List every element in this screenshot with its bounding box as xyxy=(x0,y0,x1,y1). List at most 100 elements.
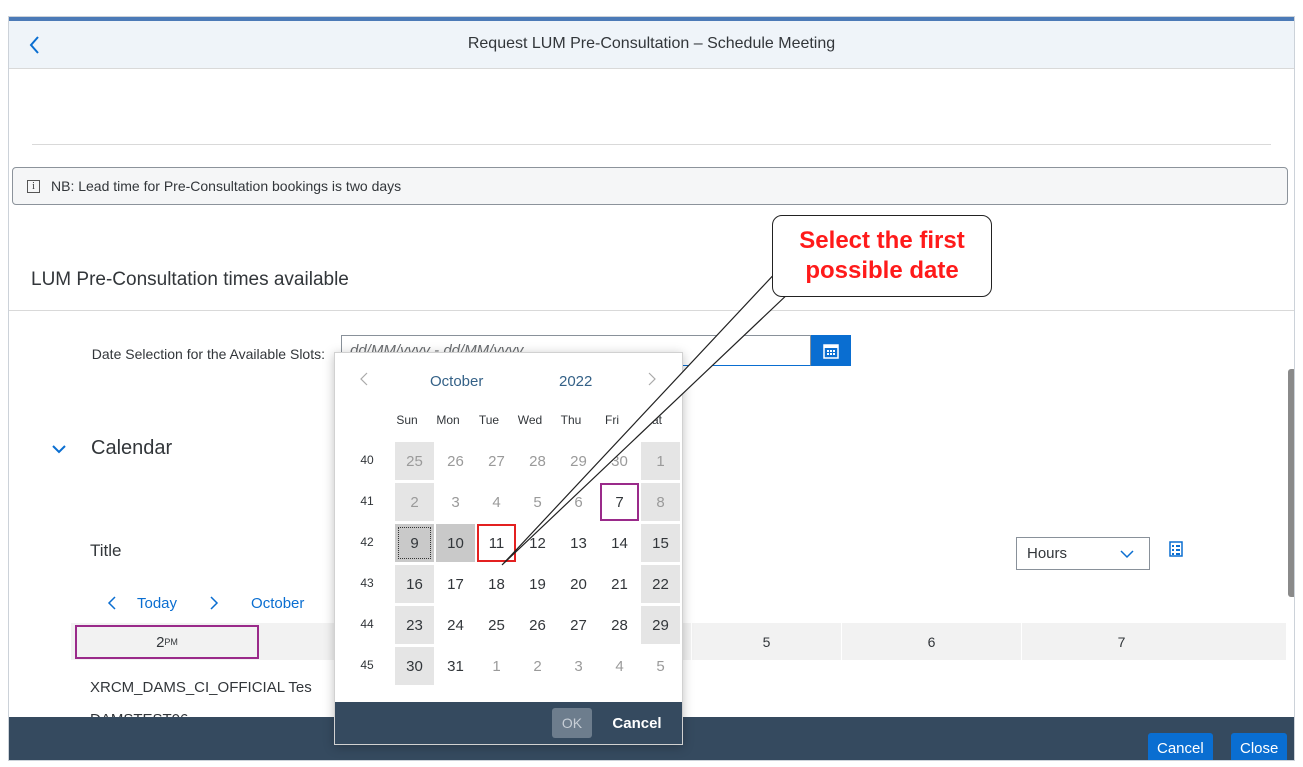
chevron-down-icon xyxy=(52,444,66,453)
calendar-day[interactable]: 11 xyxy=(477,524,516,562)
time-slot-header[interactable]: 7 xyxy=(1021,623,1221,660)
chevron-right-icon[interactable] xyxy=(209,595,219,611)
calendar-day[interactable]: 16 xyxy=(395,565,434,603)
date-selection-label: Date Selection for the Available Slots: xyxy=(91,346,325,362)
info-message-strip: i NB: Lead time for Pre-Consultation boo… xyxy=(12,167,1288,205)
weekday-label: Thu xyxy=(560,413,582,427)
calendar-day[interactable]: 23 xyxy=(395,606,434,644)
period-picker-button[interactable]: October xyxy=(251,595,304,612)
calendar-day[interactable]: 12 xyxy=(518,524,557,562)
calendar-day[interactable]: 24 xyxy=(436,606,475,644)
calendar-day[interactable]: 25 xyxy=(395,442,434,480)
section-divider xyxy=(9,310,1294,311)
weekday-label: Sat xyxy=(643,413,662,427)
calendar-day[interactable]: 2 xyxy=(395,483,434,521)
chevron-left-icon xyxy=(360,372,368,386)
calendar-day[interactable]: 30 xyxy=(600,442,639,480)
calendar-day[interactable]: 26 xyxy=(518,606,557,644)
calendar-day[interactable]: 9 xyxy=(395,524,434,562)
appointment-row-title[interactable]: XRCM_DAMS_CI_OFFICIAL Tes xyxy=(90,679,312,696)
divider xyxy=(32,144,1271,145)
calendar-day[interactable]: 17 xyxy=(436,565,475,603)
picker-header: October 2022 xyxy=(335,371,682,395)
calendar-day[interactable]: 4 xyxy=(600,647,639,685)
calendar-day[interactable]: 18 xyxy=(477,565,516,603)
calendar-day[interactable]: 27 xyxy=(559,606,598,644)
calendar-day[interactable]: 2 xyxy=(518,647,557,685)
month-button[interactable]: October xyxy=(430,373,483,390)
picker-cancel-button[interactable]: Cancel xyxy=(601,708,673,738)
view-select-value: Hours xyxy=(1027,545,1068,562)
calendar-day[interactable]: 30 xyxy=(395,647,434,685)
calendar-day[interactable]: 21 xyxy=(600,565,639,603)
previous-month-button[interactable] xyxy=(359,371,369,391)
calendar-day[interactable]: 15 xyxy=(641,524,680,562)
calendar-day[interactable]: 10 xyxy=(436,524,475,562)
calendar-day[interactable]: 28 xyxy=(600,606,639,644)
calendar-icon xyxy=(823,343,839,359)
chevron-right-icon xyxy=(648,372,656,386)
calendar-day[interactable]: 22 xyxy=(641,565,680,603)
chevron-left-icon[interactable] xyxy=(107,595,117,611)
calendar-day[interactable]: 8 xyxy=(641,483,680,521)
calendar-day[interactable]: 20 xyxy=(559,565,598,603)
weekday-header: Sun Mon Tue Wed Thu Fri Sat xyxy=(387,413,684,431)
calendar-day[interactable]: 5 xyxy=(518,483,557,521)
week-number: 45 xyxy=(360,658,374,672)
legend-icon[interactable] xyxy=(1169,541,1183,557)
time-slot-header[interactable]: 6 xyxy=(841,623,1021,660)
page-title: Request LUM Pre-Consultation – Schedule … xyxy=(467,35,836,52)
year-button[interactable]: 2022 xyxy=(559,373,592,390)
week-number: 42 xyxy=(360,535,374,549)
scrollbar[interactable] xyxy=(1288,369,1294,597)
calendar-day[interactable]: 1 xyxy=(477,647,516,685)
calendar-day[interactable]: 3 xyxy=(436,483,475,521)
calendar-day[interactable]: 7 xyxy=(600,483,639,521)
time-slot-suffix: PM xyxy=(164,637,178,647)
week-number: 44 xyxy=(360,617,374,631)
info-message-text: NB: Lead time for Pre-Consultation booki… xyxy=(51,178,402,194)
date-picker-button[interactable] xyxy=(811,335,851,366)
calendar-day[interactable]: 3 xyxy=(559,647,598,685)
time-slot-label: 2 xyxy=(156,633,165,651)
time-slot-header[interactable]: 2 PM xyxy=(75,625,259,659)
calendar-day[interactable]: 13 xyxy=(559,524,598,562)
annotation-callout: Select the first possible date xyxy=(772,215,992,297)
calendar-day[interactable]: 14 xyxy=(600,524,639,562)
weekday-label: Mon xyxy=(436,413,460,427)
today-button[interactable]: Today xyxy=(137,595,177,612)
calendar-day[interactable]: 19 xyxy=(518,565,557,603)
calendar-day[interactable]: 6 xyxy=(559,483,598,521)
weekday-label: Sun xyxy=(396,413,418,427)
calendar-day[interactable]: 25 xyxy=(477,606,516,644)
callout-line-2: possible date xyxy=(805,257,959,284)
chevron-down-icon xyxy=(1120,550,1134,559)
calendar-panel-toggle[interactable]: Calendar xyxy=(51,437,172,460)
section-title: LUM Pre-Consultation times available xyxy=(31,269,349,290)
calendar-day[interactable]: 27 xyxy=(477,442,516,480)
picker-footer: OK Cancel xyxy=(335,702,682,744)
calendar-day[interactable]: 5 xyxy=(641,647,680,685)
next-month-button[interactable] xyxy=(647,371,657,391)
weekday-label: Wed xyxy=(517,413,543,427)
calendar-panel-title: Calendar xyxy=(91,437,173,459)
cancel-button[interactable]: Cancel xyxy=(1148,733,1213,760)
view-select[interactable]: Hours xyxy=(1016,537,1150,570)
calendar-day[interactable]: 26 xyxy=(436,442,475,480)
calendar-day[interactable]: 4 xyxy=(477,483,516,521)
planning-title: Title xyxy=(90,541,122,560)
calendar-day[interactable]: 1 xyxy=(641,442,680,480)
weekday-label: Tue xyxy=(478,413,500,427)
week-number: 41 xyxy=(360,494,374,508)
calendar-day[interactable]: 29 xyxy=(559,442,598,480)
weekday-label: Fri xyxy=(605,413,619,427)
ok-button[interactable]: OK xyxy=(552,708,592,738)
calendar-day[interactable]: 31 xyxy=(436,647,475,685)
date-picker-popover: October 2022 Sun Mon Tue Wed Thu Fri Sat 40 25 2… xyxy=(334,352,683,745)
dialog-header: Request LUM Pre-Consultation – Schedule … xyxy=(9,17,1294,69)
time-slot-header[interactable]: 5 xyxy=(691,623,841,660)
close-button[interactable]: Close xyxy=(1231,733,1288,760)
calendar-day[interactable]: 28 xyxy=(518,442,557,480)
week-number: 40 xyxy=(360,453,374,467)
calendar-day[interactable]: 29 xyxy=(641,606,680,644)
